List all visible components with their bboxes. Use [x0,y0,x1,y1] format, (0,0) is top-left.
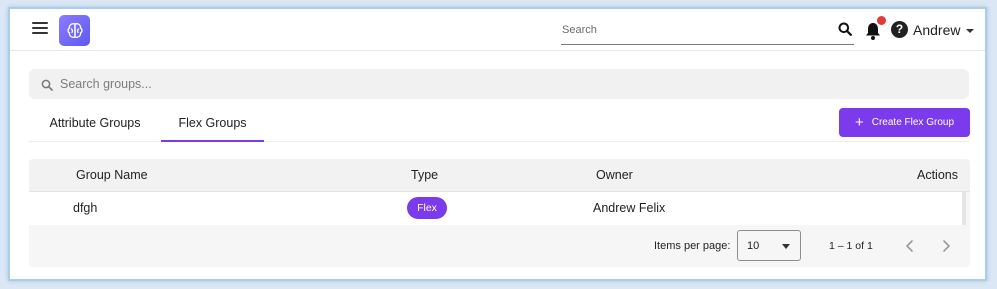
tab-bar: Attribute Groups Flex Groups [29,109,969,142]
groups-table: Group Name Type Owner Actions dfgh Flex … [29,159,970,267]
app-window: ? Andrew Attribute Groups Flex Groups + … [8,7,987,281]
user-menu[interactable]: Andrew [913,22,975,38]
caret-down-icon [966,29,975,34]
search-icon[interactable] [838,22,852,41]
table-row[interactable]: dfgh Flex Andrew Felix [29,192,966,225]
help-icon[interactable]: ? [891,21,908,38]
table-header: Group Name Type Owner Actions [29,159,970,192]
create-flex-group-button[interactable]: + Create Flex Group [839,108,970,137]
groups-search-input[interactable] [60,73,940,95]
tab-attribute-groups[interactable]: Attribute Groups [29,109,161,142]
menu-icon[interactable] [32,22,48,36]
type-badge: Flex [407,197,447,219]
column-header-actions: Actions [917,168,958,182]
column-header-group-name[interactable]: Group Name [76,168,148,182]
plus-icon: + [854,114,864,131]
cell-group-name: dfgh [73,201,98,215]
chevron-right-icon[interactable] [938,236,954,256]
paginator: Items per page: 10 1 – 1 of 1 [29,225,970,267]
brain-logo-icon[interactable] [59,15,90,46]
cell-owner: Andrew Felix [593,201,666,215]
global-search [561,18,854,45]
user-name: Andrew [913,22,961,38]
global-search-input[interactable] [561,18,821,42]
create-flex-group-label: Create Flex Group [871,117,955,128]
items-per-page-label: Items per page: [654,240,731,252]
groups-search-bar [29,69,969,99]
column-header-owner[interactable]: Owner [596,168,633,182]
tab-flex-groups[interactable]: Flex Groups [161,109,264,142]
page-range-label: 1 – 1 of 1 [829,240,873,252]
items-per-page-select[interactable]: 10 [737,230,801,261]
notification-dot [877,16,886,25]
chevron-left-icon[interactable] [902,236,918,256]
caret-down-icon [782,244,790,249]
top-bar: ? Andrew [10,9,985,51]
items-per-page-value: 10 [747,240,760,252]
column-header-type[interactable]: Type [411,168,438,182]
search-icon [41,78,53,96]
